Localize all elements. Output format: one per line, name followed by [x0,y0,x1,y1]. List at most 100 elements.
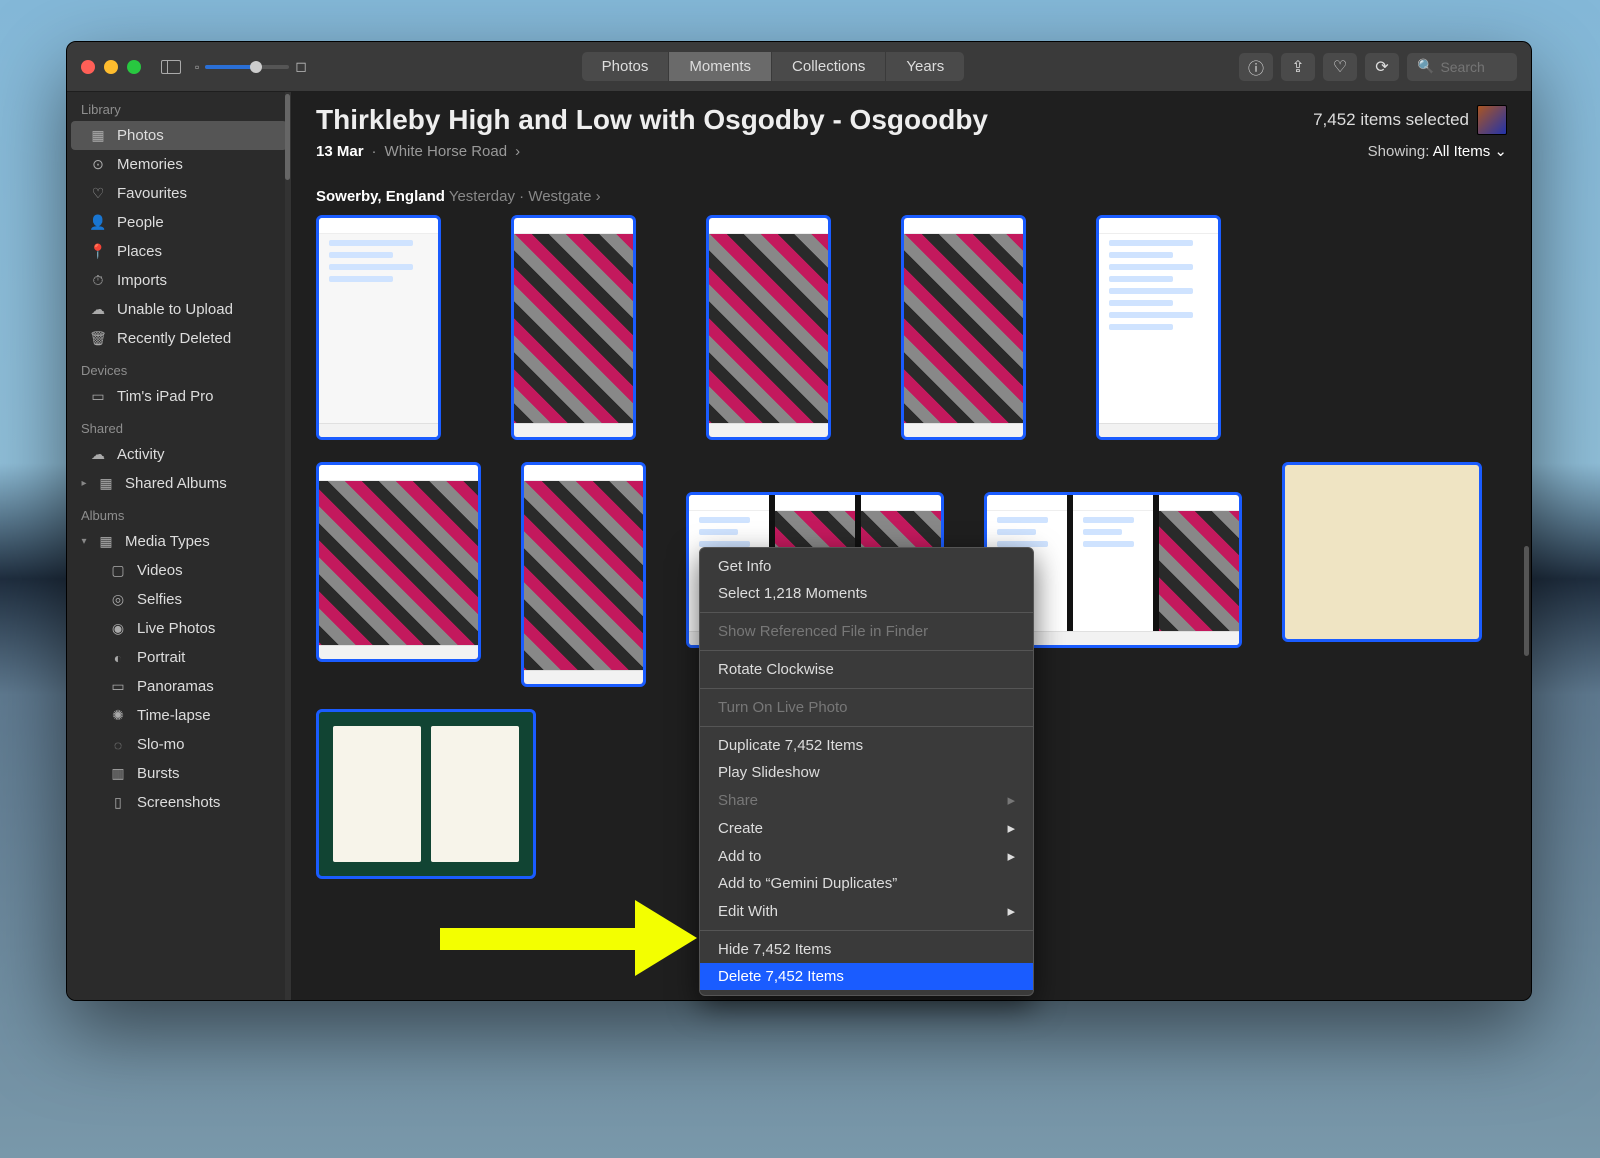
sidebar-item-panoramas[interactable]: ▭Panoramas [71,672,287,701]
disclosure-triangle-icon[interactable]: ▸ [79,478,89,489]
photos-icon: ▦ [89,127,107,144]
photo-thumbnail[interactable] [316,709,536,879]
sidebar-item-slo-mo[interactable]: ◌Slo-mo [71,730,287,759]
imports-icon: ⏱ [89,272,107,289]
chevron-right-icon: › [515,143,520,160]
sidebar-toggle-icon[interactable] [161,60,181,74]
context-menu[interactable]: Get InfoSelect 1,218 MomentsShow Referen… [699,547,1034,996]
sidebar-item-favourites[interactable]: ♡Favourites [71,179,287,208]
showing-label: Showing: [1368,143,1430,160]
sidebar-item-activity[interactable]: ☁Activity [71,440,287,469]
sidebar-item-label: Unable to Upload [117,301,233,318]
close-window-button[interactable] [81,60,95,74]
menu-item-label: Duplicate 7,452 Items [718,737,863,754]
menu-item-label: Delete 7,452 Items [718,968,844,985]
photo-thumbnail[interactable] [1096,215,1221,440]
sidebar-item-videos[interactable]: ▢Videos [71,556,287,585]
menu-item-select-1-218-moments[interactable]: Select 1,218 Moments [700,580,1033,607]
sidebar-item-recently-deleted[interactable]: 🗑Recently Deleted [71,324,287,353]
menu-item-label: Share [718,792,758,809]
sidebar-group-library: Library [67,92,291,121]
menu-item-rotate-clockwise[interactable]: Rotate Clockwise [700,656,1033,683]
menu-item-create[interactable]: Create▸ [700,814,1033,842]
memories-icon: ⊙ [89,156,107,173]
breadcrumb[interactable]: 13 Mar · White Horse Road › Showing: All… [316,142,1507,160]
view-segmented-control[interactable]: PhotosMomentsCollectionsYears [582,52,965,81]
menu-item-add-to-gemini-duplicates[interactable]: Add to “Gemini Duplicates” [700,870,1033,897]
photo-thumbnail[interactable] [901,215,1026,440]
sidebar[interactable]: Library ▦ Photos ⊙Memories♡Favourites👤Peopl… [67,92,292,1000]
chevron-down-icon: ⌄ [1494,143,1507,160]
minimize-window-button[interactable] [104,60,118,74]
thumbnail-zoom-slider[interactable]: ▫ ◻ [195,58,307,75]
sidebar-item-portrait[interactable]: ◐Portrait [71,643,287,672]
rotate-button[interactable]: ⟳ [1365,53,1399,81]
breadcrumb-place: White Horse Road [385,143,508,160]
menu-item-edit-with[interactable]: Edit With▸ [700,897,1033,925]
tims-ipad-pro-icon: ▭ [89,388,107,405]
screenshots-icon: ▯ [109,794,127,811]
fullscreen-window-button[interactable] [127,60,141,74]
sidebar-item-unable-upload[interactable]: ☁ Unable to Upload [71,295,287,324]
selection-count: 7,452 items selected [1313,110,1469,130]
menu-item-get-info[interactable]: Get Info [700,553,1033,580]
content-scrollbar[interactable] [1524,546,1529,656]
view-tab-collections[interactable]: Collections [771,52,885,81]
disclosure-triangle-icon[interactable]: ▾ [79,536,89,547]
sidebar-group-shared: Shared [67,411,291,440]
sidebar-item-photos[interactable]: ▦ Photos [71,121,287,150]
menu-item-label: Add to “Gemini Duplicates” [718,875,897,892]
sidebar-item-live-photos[interactable]: ◉Live Photos [71,614,287,643]
sidebar-item-label: Portrait [137,649,185,666]
sidebar-group-devices: Devices [67,353,291,382]
menu-item-share: Share▸ [700,786,1033,814]
sidebar-item-screenshots[interactable]: ▯ Screenshots [71,788,287,817]
photo-thumbnail[interactable] [511,215,636,440]
slider-knob[interactable] [250,61,262,73]
favourite-button[interactable]: ♡ [1323,53,1357,81]
sidebar-item-label: Screenshots [137,794,220,811]
sidebar-item-people[interactable]: 👤People [71,208,287,237]
panoramas-icon: ▭ [109,678,127,695]
search-field[interactable]: 🔍 [1407,53,1517,81]
sidebar-scrollbar[interactable] [285,94,290,180]
page-title: Thirkleby High and Low with Osgodby - Os… [316,104,988,136]
live-photos-icon: ◉ [109,620,127,637]
search-input[interactable] [1440,59,1510,75]
sidebar-item-label: Photos [117,127,164,144]
moment-location: Sowerby, England [316,188,445,205]
sidebar-item-selfies[interactable]: ◎Selfies [71,585,287,614]
photo-thumbnail[interactable] [521,462,646,687]
photo-thumbnail[interactable] [706,215,831,440]
media-types-icon: ▦ [97,533,115,550]
view-tab-years[interactable]: Years [885,52,964,81]
menu-item-hide-7-452-items[interactable]: Hide 7,452 Items [700,936,1033,963]
unable-upload-icon: ☁ [89,301,107,318]
sidebar-item-label: Favourites [117,185,187,202]
sidebar-item-bursts[interactable]: ▥Bursts [71,759,287,788]
menu-item-add-to[interactable]: Add to▸ [700,842,1033,870]
sidebar-item-imports[interactable]: ⏱Imports [71,266,287,295]
menu-item-delete-7-452-items[interactable]: Delete 7,452 Items [700,963,1033,990]
share-button[interactable]: ⇪ [1281,53,1315,81]
menu-item-duplicate-7-452-items[interactable]: Duplicate 7,452 Items [700,732,1033,759]
showing-value[interactable]: All Items [1433,143,1491,160]
moment-header[interactable]: Sowerby, England Yesterday · Westgate › [316,188,1507,205]
sidebar-item-memories[interactable]: ⊙Memories [71,150,287,179]
photo-thumbnail[interactable] [1282,462,1482,642]
view-tab-moments[interactable]: Moments [668,52,771,81]
sidebar-item-tims-ipad-pro[interactable]: ▭Tim's iPad Pro [71,382,287,411]
menu-item-label: Turn On Live Photo [718,699,848,716]
view-tab-photos[interactable]: Photos [582,52,669,81]
info-button[interactable]: ⓘ [1239,53,1273,81]
sidebar-item-time-lapse[interactable]: ✺Time-lapse [71,701,287,730]
selfies-icon: ◎ [109,591,127,608]
menu-item-label: Add to [718,848,761,865]
photo-thumbnail[interactable] [316,215,441,440]
sidebar-item-places[interactable]: 📍Places [71,237,287,266]
sidebar-item-shared-albums[interactable]: ▸▦Shared Albums [71,469,287,498]
sidebar-item-media-types[interactable]: ▾▦Media Types [71,527,287,556]
menu-item-play-slideshow[interactable]: Play Slideshow [700,759,1033,786]
photo-thumbnail[interactable] [316,462,481,662]
sidebar-item-label: Recently Deleted [117,330,231,347]
